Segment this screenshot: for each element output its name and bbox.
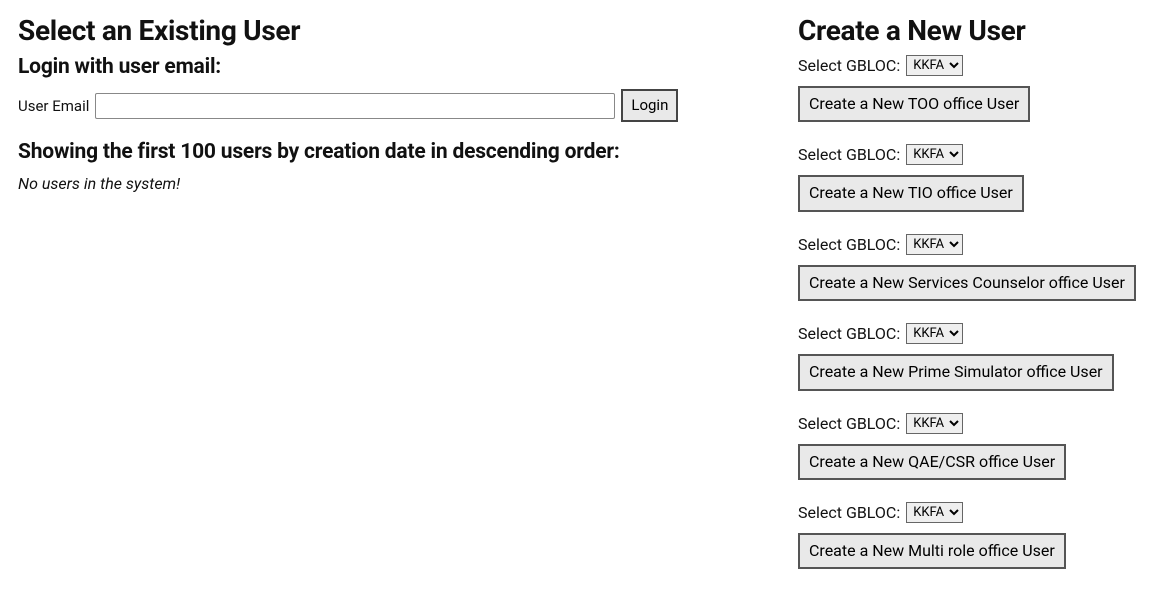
empty-state-text: No users in the system! — [18, 174, 758, 193]
create-user-button[interactable]: Create a New TOO office User — [798, 86, 1030, 122]
gbloc-row: Select GBLOC: KKFA — [798, 413, 1136, 434]
gbloc-row: Select GBLOC: KKFA — [798, 144, 1136, 165]
create-user-button[interactable]: Create a New QAE/CSR office User — [798, 444, 1066, 480]
gbloc-select[interactable]: KKFA — [906, 413, 963, 434]
create-user-heading: Create a New User — [798, 14, 1136, 47]
gbloc-group: Select GBLOC: KKFA Create a New Multi role… — [798, 502, 1136, 569]
gbloc-group: Select GBLOC: KKFA Create a New TIO office… — [798, 144, 1136, 211]
gbloc-row: Select GBLOC: KKFA — [798, 234, 1136, 255]
create-user-button[interactable]: Create a New Prime Simulator office User — [798, 354, 1114, 390]
gbloc-label: Select GBLOC: — [798, 324, 900, 343]
gbloc-group: Select GBLOC: KKFA Create a New QAE/CSR of… — [798, 413, 1136, 480]
gbloc-label: Select GBLOC: — [798, 56, 900, 75]
login-heading: Login with user email: — [18, 55, 758, 79]
create-user-button[interactable]: Create a New TIO office User — [798, 175, 1024, 211]
gbloc-label: Select GBLOC: — [798, 145, 900, 164]
gbloc-select[interactable]: KKFA — [906, 234, 963, 255]
gbloc-label: Select GBLOC: — [798, 414, 900, 433]
gbloc-group: Select GBLOC: KKFA Create a New TOO office… — [798, 55, 1136, 122]
user-email-input[interactable] — [95, 93, 615, 119]
gbloc-select[interactable]: KKFA — [906, 502, 963, 523]
gbloc-row: Select GBLOC: KKFA — [798, 502, 1136, 523]
gbloc-select[interactable]: KKFA — [906, 144, 963, 165]
gbloc-select[interactable]: KKFA — [906, 323, 963, 344]
login-button[interactable]: Login — [621, 89, 678, 122]
gbloc-row: Select GBLOC: KKFA — [798, 323, 1136, 344]
gbloc-label: Select GBLOC: — [798, 235, 900, 254]
create-user-button[interactable]: Create a New Multi role office User — [798, 533, 1066, 569]
user-email-label: User Email — [18, 97, 89, 115]
gbloc-group: Select GBLOC: KKFA Create a New Services C… — [798, 234, 1136, 301]
gbloc-select[interactable]: KKFA — [906, 55, 963, 76]
create-user-button[interactable]: Create a New Services Counselor office U… — [798, 265, 1136, 301]
select-user-heading: Select an Existing User — [18, 14, 758, 47]
user-list-heading: Showing the first 100 users by creation … — [18, 140, 758, 164]
gbloc-group: Select GBLOC: KKFA Create a New Prime Simu… — [798, 323, 1136, 390]
gbloc-label: Select GBLOC: — [798, 503, 900, 522]
gbloc-row: Select GBLOC: KKFA — [798, 55, 1136, 76]
login-form-row: User Email Login — [18, 89, 758, 122]
